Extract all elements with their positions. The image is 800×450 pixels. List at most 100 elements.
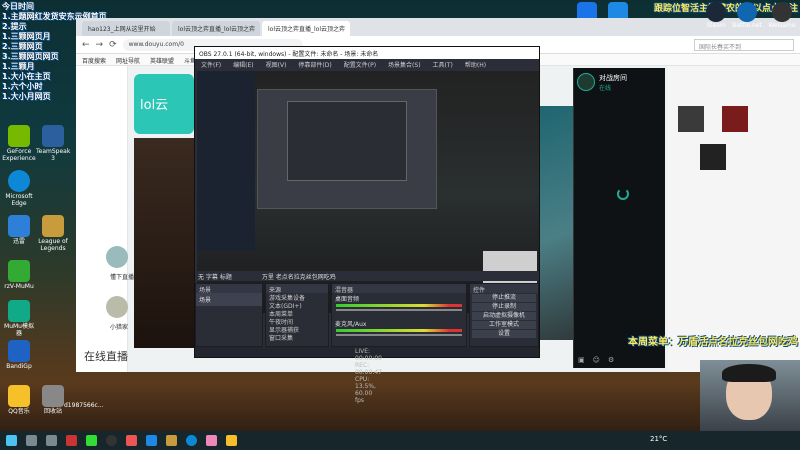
desktop-icon-label: GeForce Experience <box>2 148 36 162</box>
dock-title: 控件 <box>470 284 538 294</box>
menu-item[interactable]: 工具(T) <box>433 60 453 69</box>
game-thumbnail[interactable] <box>700 144 726 170</box>
menu-item[interactable]: 停靠部件(D) <box>298 60 331 69</box>
source-item[interactable]: 游戏采集设备 <box>266 293 328 302</box>
menu-item[interactable]: 编辑(E) <box>233 60 253 69</box>
task-view-icon[interactable] <box>46 435 57 446</box>
weather-readout: 21°C <box>650 435 668 443</box>
bookmark-item[interactable]: 网址导航 <box>116 56 140 65</box>
mixer-channel-label: 桌面音频 <box>335 296 360 303</box>
league-of-legends-icon[interactable]: League of Legends <box>36 215 70 252</box>
settings-icon[interactable]: ⚙ <box>608 356 614 366</box>
obs-statusbar: LIVE: 00:00:00 REC: 00:00:47 CPU: 13.5%,… <box>195 347 539 404</box>
desktop-file-label[interactable]: d1987566c... <box>64 402 104 409</box>
source-label: 显示器捕获 <box>269 327 300 334</box>
source-item[interactable]: 窗口采集 <box>266 333 328 342</box>
wegame-app-icon[interactable]: WeGame <box>765 2 799 30</box>
desktop-icon-label: TeamSpeak 3 <box>36 148 71 162</box>
app-icon[interactable] <box>86 435 97 446</box>
bookmark-item[interactable]: 百度搜索 <box>82 56 106 65</box>
browser-tab-active[interactable]: lol云顶之弈直播_lol云顶之弈 <box>262 21 350 36</box>
mixer-channel-label: 麦克风/Aux <box>335 321 367 328</box>
qq-music-icon[interactable]: QQ音乐 <box>2 385 36 415</box>
emoji-icon[interactable]: ☺ <box>593 356 600 366</box>
volume-slider[interactable] <box>336 309 462 311</box>
desktop-icon-label: Microsoft Edge <box>5 193 33 207</box>
source-label: 午夜时间 <box>269 319 294 326</box>
app-icon[interactable] <box>206 435 217 446</box>
avatar <box>577 73 595 91</box>
stream-chat-panel[interactable]: 对战房间 在线 ▣ ☺ ⚙ <box>573 68 665 368</box>
avatar <box>106 296 128 318</box>
menu-item[interactable]: 配置文件(P) <box>344 60 376 69</box>
gift-icon[interactable]: ▣ <box>578 356 585 366</box>
volume-meter <box>336 329 462 332</box>
steam-app-icon[interactable]: Steam <box>702 2 730 30</box>
browser-tab[interactable]: hao123_上网从这里开始 <box>82 21 170 36</box>
source-label: 文本(GDI+) <box>269 303 302 310</box>
game-thumbnail[interactable] <box>722 106 748 132</box>
virtual-camera-button[interactable]: 启动虚拟摄像机 <box>472 312 536 320</box>
audio-mixer-dock[interactable]: 混音器 桌面音频 麦克风/Aux <box>331 283 467 347</box>
obs-window[interactable]: OBS 27.0.1 (64-bit, windows) - 配置文件: 未命名… <box>194 46 540 404</box>
app-icon[interactable] <box>66 435 77 446</box>
teamspeak-icon[interactable]: TeamSpeak 3 <box>36 125 70 162</box>
chat-title: 对战房间 <box>599 73 627 82</box>
live-label: 在线直播 <box>84 350 128 363</box>
app-icon[interactable] <box>166 435 177 446</box>
search-icon[interactable] <box>26 435 37 446</box>
chat-header: 对战房间 在线 <box>574 68 665 96</box>
mumu-a-icon[interactable]: rzV-MuMu <box>2 260 36 290</box>
menu-item[interactable]: 视图(V) <box>266 60 287 69</box>
menu-item[interactable]: 场景集合(S) <box>388 60 421 69</box>
reload-icon[interactable]: ⟳ <box>109 40 117 50</box>
app-icon[interactable] <box>226 435 237 446</box>
scenes-dock[interactable]: 场景 场景 <box>195 283 263 347</box>
menu-banner: 本周菜单：万盾活点名拉克丝包网吃鸡 <box>628 337 798 348</box>
viewer-name: 小猎家 <box>110 324 129 331</box>
browser-tab-strip: hao123_上网从这里开始 lol云顶之弈直播_lol云顶之弈 lol云顶之弈… <box>76 18 800 36</box>
source-label: 游戏采集设备 <box>269 295 306 302</box>
studio-mode-button[interactable]: 工作室模式 <box>472 321 536 329</box>
stop-streaming-button[interactable]: 停止推流 <box>472 294 536 302</box>
sources-dock[interactable]: 来源 游戏采集设备 文本(GDI+) 本周菜单 午夜时间 显示器捕获 窗口采集 <box>265 283 329 347</box>
obs-taskbar-icon[interactable] <box>106 435 117 446</box>
edge-icon[interactable]: Microsoft Edge <box>2 170 36 207</box>
source-label: 窗口采集 <box>269 335 294 342</box>
hero-image <box>134 138 194 348</box>
menu-item[interactable]: 帮助(H) <box>465 60 486 69</box>
controls-dock[interactable]: 控件 停止推流 停止录制 启动虚拟摄像机 工作室模式 设置 <box>469 283 539 347</box>
scene-item[interactable]: 场景 <box>196 293 262 306</box>
settings-button[interactable]: 设置 <box>472 330 536 338</box>
desktop-icon-label: BandiGp <box>6 363 32 370</box>
menu-item[interactable]: 文件(F) <box>201 60 221 69</box>
app-icon[interactable] <box>146 435 157 446</box>
forward-icon[interactable]: → <box>96 40 104 50</box>
tray-icon-label: WeGame <box>768 22 796 29</box>
edge-taskbar-icon[interactable] <box>186 435 197 446</box>
source-item[interactable]: 文本(GDI+) <box>266 301 328 310</box>
battlenet-app-icon[interactable]: Battle.net <box>730 2 764 30</box>
back-icon[interactable]: ← <box>82 40 90 50</box>
source-item[interactable]: 午夜时间 <box>266 317 328 326</box>
mumu-simulator-icon[interactable]: MuMu模拟器 <box>2 300 36 337</box>
source-label: 本周菜单 <box>269 311 294 318</box>
geforce-experience-icon[interactable]: GeForce Experience <box>2 125 36 162</box>
webcam-feed <box>700 360 800 432</box>
start-icon[interactable] <box>6 435 17 446</box>
game-thumbnail[interactable] <box>678 106 704 132</box>
volume-slider[interactable] <box>336 334 462 336</box>
dock-title: 场景 <box>196 284 262 294</box>
viewer-name: 懂下直播 <box>110 274 135 281</box>
recycle-bin-icon[interactable]: 回收站 <box>36 385 70 415</box>
stop-recording-button[interactable]: 停止录制 <box>472 303 536 311</box>
source-item[interactable]: 显示器捕获 <box>266 325 328 334</box>
browser-tab[interactable]: lol云顶之弈直播_lol云顶之弈 <box>172 21 260 36</box>
bandicam-icon[interactable]: BandiGp <box>2 340 36 370</box>
xunlei-icon[interactable]: 迅雷 <box>2 215 36 245</box>
bookmark-item[interactable]: 英雄联盟 <box>150 56 174 65</box>
browser-search-input[interactable]: 国际长春买不到 <box>694 38 794 51</box>
obs-menubar: 文件(F) 编辑(E) 视图(V) 停靠部件(D) 配置文件(P) 场景集合(S… <box>195 59 539 69</box>
source-item[interactable]: 本周菜单 <box>266 309 328 318</box>
app-icon[interactable] <box>126 435 137 446</box>
